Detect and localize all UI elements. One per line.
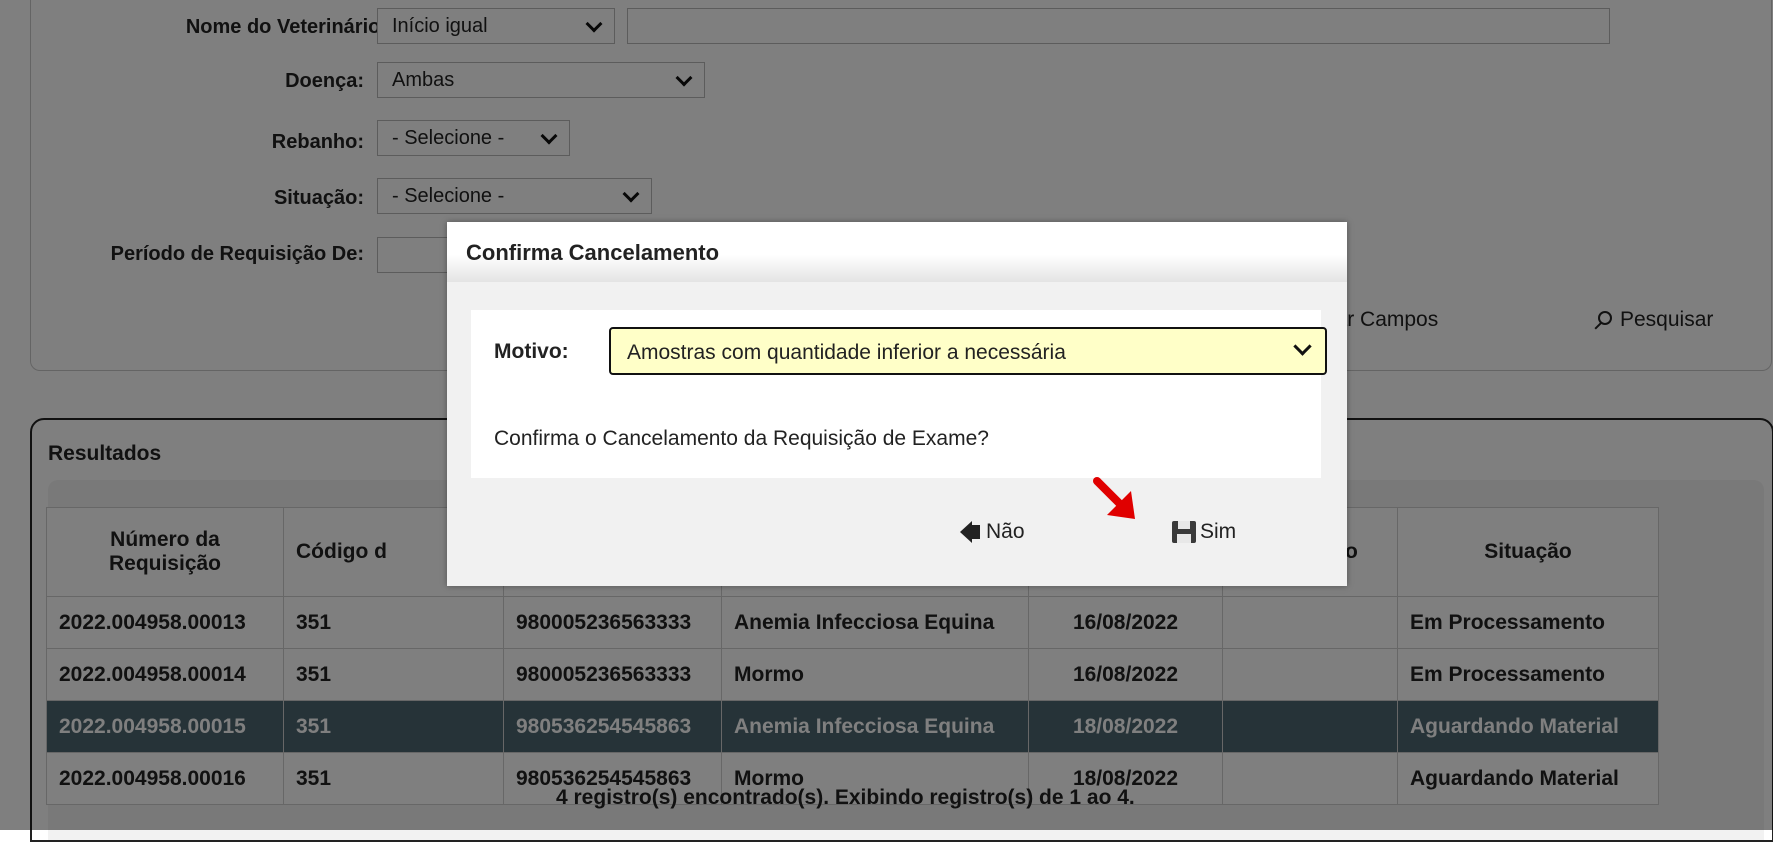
save-icon (1172, 521, 1196, 543)
motivo-select[interactable]: Amostras com quantidade inferior a neces… (609, 327, 1327, 375)
no-button-label: Não (986, 520, 1025, 543)
red-arrow-icon (1093, 477, 1135, 519)
cancel-dialog: Confirma Cancelamento Motivo: Amostras c… (447, 222, 1347, 586)
motivo-label: Motivo: (494, 340, 569, 363)
yes-button-label: Sim (1200, 520, 1237, 543)
back-icon (960, 521, 980, 543)
page: Nome do Veterinário: Início igual Doença… (0, 0, 1773, 842)
chevron-down-icon (1293, 337, 1312, 356)
dialog-header: Confirma Cancelamento (447, 222, 1347, 282)
dialog-title: Confirma Cancelamento (466, 240, 720, 265)
motivo-value: Amostras com quantidade inferior a neces… (627, 341, 1066, 364)
confirm-question: Confirma o Cancelamento da Requisição de… (494, 427, 989, 450)
no-button[interactable]: Não (960, 520, 1025, 544)
yes-button[interactable]: Sim (1172, 520, 1236, 544)
